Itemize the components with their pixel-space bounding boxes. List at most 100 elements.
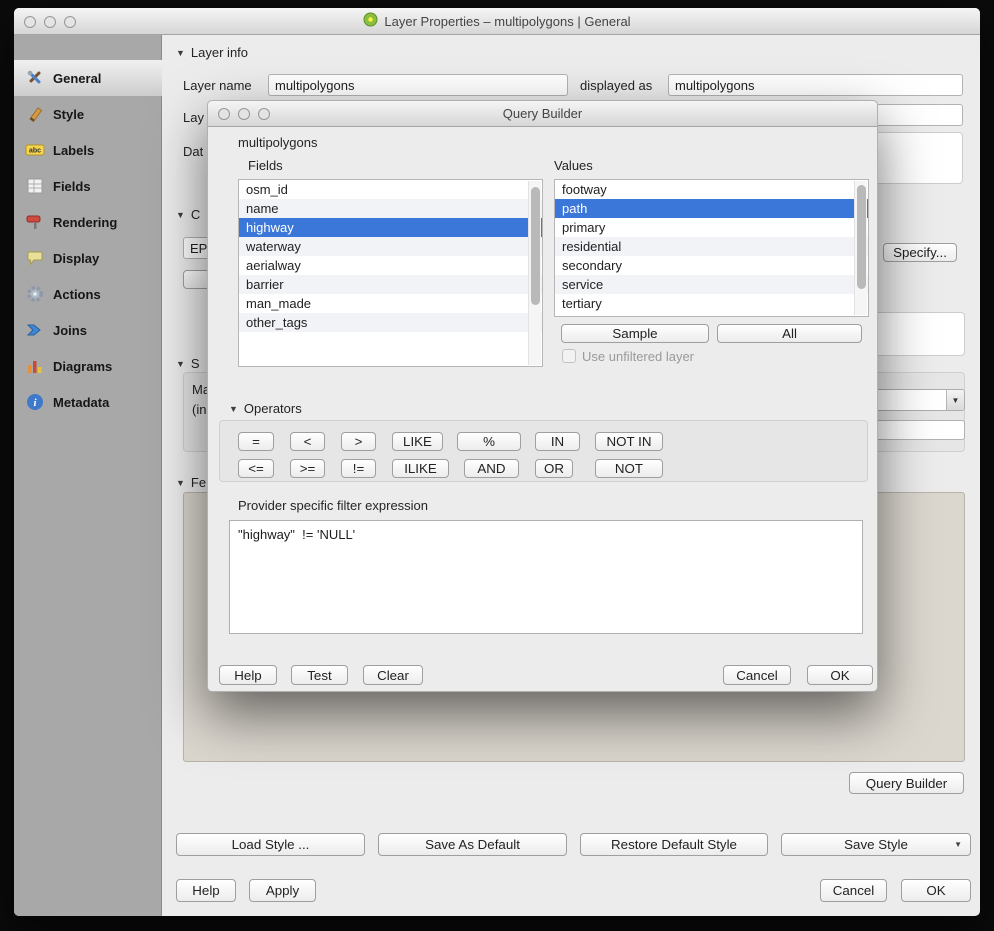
- operator-button[interactable]: >=: [290, 459, 325, 478]
- window-title-text: Layer Properties – multipolygons | Gener…: [384, 14, 630, 29]
- dialog-window-controls: [218, 108, 270, 120]
- operator-button[interactable]: IN: [535, 432, 580, 451]
- dialog-help-button[interactable]: Help: [219, 665, 277, 685]
- value-row[interactable]: residential: [555, 237, 868, 256]
- paintbrush-icon: [25, 104, 45, 124]
- ok-button[interactable]: OK: [901, 879, 971, 902]
- dialog-titlebar[interactable]: Query Builder: [208, 101, 877, 127]
- sidebar-item-joins[interactable]: Joins: [14, 312, 162, 348]
- minimize-button[interactable]: [238, 108, 250, 120]
- operator-button[interactable]: !=: [341, 459, 376, 478]
- sidebar-item-metadata[interactable]: i Metadata: [14, 384, 162, 420]
- help-button[interactable]: Help: [176, 879, 236, 902]
- field-row[interactable]: aerialway: [239, 256, 542, 275]
- disclosure-triangle-icon[interactable]: ▼: [229, 404, 238, 414]
- operator-button[interactable]: <: [290, 432, 325, 451]
- operator-button[interactable]: NOT: [595, 459, 663, 478]
- dialog-ok-button[interactable]: OK: [807, 665, 873, 685]
- save-style-menu-button[interactable]: Save Style ▼: [781, 833, 971, 856]
- field-row-selected[interactable]: highway: [239, 218, 542, 237]
- sidebar-item-general[interactable]: General: [14, 60, 162, 96]
- sidebar-item-diagrams[interactable]: Diagrams: [14, 348, 162, 384]
- operator-button[interactable]: LIKE: [392, 432, 443, 451]
- scrollbar-thumb[interactable]: [857, 185, 866, 289]
- disclosure-triangle-icon[interactable]: ▼: [176, 48, 185, 58]
- svg-text:abc: abc: [29, 148, 41, 155]
- fields-scrollbar[interactable]: [528, 181, 541, 365]
- close-button[interactable]: [24, 16, 36, 28]
- field-row[interactable]: man_made: [239, 294, 542, 313]
- dialog-layer-name: multipolygons: [238, 135, 318, 150]
- sidebar-item-labels[interactable]: abc Labels: [14, 132, 162, 168]
- value-row[interactable]: tertiary: [555, 294, 868, 313]
- cancel-button[interactable]: Cancel: [820, 879, 887, 902]
- operator-button[interactable]: AND: [464, 459, 519, 478]
- filter-expression-textarea[interactable]: "highway" != 'NULL': [229, 520, 863, 634]
- use-unfiltered-checkbox[interactable]: [562, 349, 576, 363]
- dialog-cancel-button[interactable]: Cancel: [723, 665, 791, 685]
- join-arrow-icon: [25, 320, 45, 340]
- scale-visibility-heading[interactable]: ▼ S: [176, 356, 200, 371]
- layer-name-label: Layer name: [183, 78, 252, 93]
- field-row[interactable]: other_tags: [239, 313, 542, 332]
- apply-button[interactable]: Apply: [249, 879, 316, 902]
- sidebar-item-style[interactable]: Style: [14, 96, 162, 132]
- operator-button[interactable]: <=: [238, 459, 274, 478]
- operator-button[interactable]: OR: [535, 459, 573, 478]
- field-row[interactable]: osm_id: [239, 180, 542, 199]
- query-builder-dialog: Query Builder multipolygons Fields Value…: [207, 100, 878, 692]
- values-scrollbar[interactable]: [854, 181, 867, 315]
- disclosure-triangle-icon[interactable]: ▼: [176, 478, 185, 488]
- value-row[interactable]: primary: [555, 218, 868, 237]
- sidebar-item-label: General: [53, 71, 101, 86]
- test-button[interactable]: Test: [291, 665, 348, 685]
- sidebar-item-fields[interactable]: Fields: [14, 168, 162, 204]
- minimize-button[interactable]: [44, 16, 56, 28]
- restore-default-style-button[interactable]: Restore Default Style: [580, 833, 768, 856]
- displayed-as-input[interactable]: multipolygons: [668, 74, 963, 96]
- fields-label: Fields: [248, 158, 283, 173]
- operators-heading[interactable]: ▼ Operators: [229, 401, 302, 416]
- layer-name-input[interactable]: multipolygons: [268, 74, 568, 96]
- sidebar-item-rendering[interactable]: Rendering: [14, 204, 162, 240]
- disclosure-triangle-icon[interactable]: ▼: [176, 359, 185, 369]
- operator-button[interactable]: %: [457, 432, 521, 451]
- disclosure-triangle-icon[interactable]: ▼: [176, 210, 185, 220]
- zoom-button[interactable]: [64, 16, 76, 28]
- value-row[interactable]: secondary: [555, 256, 868, 275]
- gear-icon: [25, 284, 45, 304]
- scrollbar-thumb[interactable]: [531, 187, 540, 305]
- operator-button[interactable]: NOT IN: [595, 432, 663, 451]
- all-button[interactable]: All: [717, 324, 862, 343]
- sample-button[interactable]: Sample: [561, 324, 709, 343]
- crs-heading[interactable]: ▼ C: [176, 207, 200, 222]
- table-fields-icon: [25, 176, 45, 196]
- feature-subset-heading[interactable]: ▼ Fe: [176, 475, 206, 490]
- field-row[interactable]: name: [239, 199, 542, 218]
- sidebar-item-label: Actions: [53, 287, 101, 302]
- sidebar-item-label: Metadata: [53, 395, 109, 410]
- load-style-button[interactable]: Load Style ...: [176, 833, 365, 856]
- query-builder-button[interactable]: Query Builder: [849, 772, 964, 794]
- fields-list[interactable]: osm_id name highway waterway aerialway b…: [238, 179, 543, 367]
- value-row[interactable]: footway: [555, 180, 868, 199]
- operator-button[interactable]: >: [341, 432, 376, 451]
- clear-button[interactable]: Clear: [363, 665, 423, 685]
- sidebar-item-actions[interactable]: Actions: [14, 276, 162, 312]
- layer-info-heading[interactable]: ▼ Layer info: [176, 45, 248, 60]
- value-row-selected[interactable]: path: [555, 199, 868, 218]
- operator-button[interactable]: =: [238, 432, 274, 451]
- value-row[interactable]: service: [555, 275, 868, 294]
- specify-crs-button[interactable]: Specify...: [883, 243, 957, 262]
- field-row[interactable]: barrier: [239, 275, 542, 294]
- zoom-button[interactable]: [258, 108, 270, 120]
- save-as-default-button[interactable]: Save As Default: [378, 833, 567, 856]
- chevron-down-icon[interactable]: ▼: [946, 390, 964, 410]
- sidebar-item-display[interactable]: Display: [14, 240, 162, 276]
- close-button[interactable]: [218, 108, 230, 120]
- field-row[interactable]: waterway: [239, 237, 542, 256]
- values-list[interactable]: footway path primary residential seconda…: [554, 179, 869, 317]
- wrench-hammer-icon: [25, 68, 45, 88]
- operator-button[interactable]: ILIKE: [392, 459, 449, 478]
- window-titlebar[interactable]: Layer Properties – multipolygons | Gener…: [14, 8, 980, 35]
